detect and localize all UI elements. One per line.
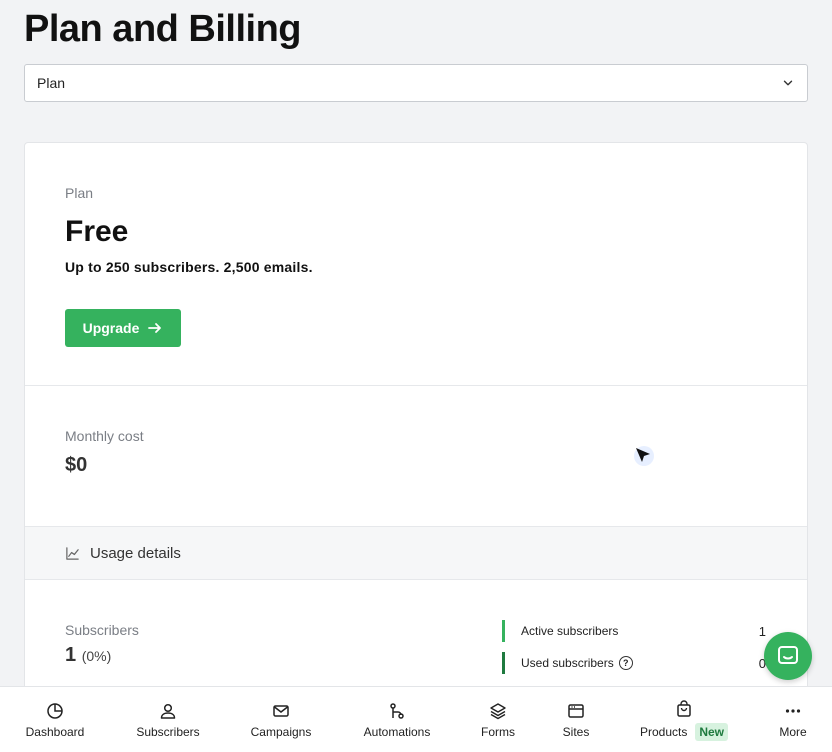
upgrade-button-label: Upgrade xyxy=(82,320,140,336)
nav-item-campaigns[interactable]: Campaigns xyxy=(246,687,316,752)
usage-details-header: Usage details xyxy=(25,527,807,580)
chat-button[interactable] xyxy=(764,632,812,680)
nav-label-automations: Automations xyxy=(363,724,431,739)
monthly-cost-value: $0 xyxy=(65,454,88,476)
section-dropdown[interactable]: Plan xyxy=(24,64,808,102)
nav-label-sites: Sites xyxy=(562,724,590,739)
usage-body: Subscribers 1 (0%) Active subscribers 1 … xyxy=(25,580,807,674)
help-icon[interactable]: ? xyxy=(618,656,633,670)
subscribers-percent: (0%) xyxy=(81,648,112,664)
workflow-icon xyxy=(390,702,404,719)
nav-item-dashboard[interactable]: Dashboard xyxy=(20,687,90,752)
bag-icon xyxy=(677,699,691,717)
nav-item-products[interactable]: Products New xyxy=(634,687,734,752)
nav-label-products: Products xyxy=(639,724,688,739)
nav-item-sites[interactable]: Sites xyxy=(556,687,596,752)
line-chart-icon xyxy=(66,546,79,560)
active-subscribers-value: 1 xyxy=(758,623,766,639)
nav-label-more: More xyxy=(779,724,807,739)
products-label-row: Products New xyxy=(639,722,729,741)
cost-section: Monthly cost $0 xyxy=(25,386,807,527)
nav-label-subscribers: Subscribers xyxy=(136,724,200,739)
plan-name: Free xyxy=(65,215,129,248)
chevron-down-icon xyxy=(783,80,793,86)
bottom-navigation: Dashboard Subscribers Campaigns Automati… xyxy=(0,686,832,752)
nav-label-forms: Forms xyxy=(481,724,515,739)
active-subscribers-row: Active subscribers 1 xyxy=(502,620,802,642)
monthly-cost-label: Monthly cost xyxy=(65,428,144,444)
plan-section: Plan Free Up to 250 subscribers. 2,500 e… xyxy=(25,143,807,386)
nav-item-automations[interactable]: Automations xyxy=(356,687,438,752)
plan-description: Up to 250 subscribers. 2,500 emails. xyxy=(65,259,313,275)
user-icon xyxy=(160,703,176,719)
active-subscribers-label: Active subscribers xyxy=(521,624,619,638)
nav-item-more[interactable]: More xyxy=(772,687,814,752)
layers-icon xyxy=(490,702,506,719)
nav-label-dashboard: Dashboard xyxy=(25,724,85,739)
new-badge: New xyxy=(695,722,729,741)
usage-details-title: Usage details xyxy=(90,544,181,562)
arrow-right-icon xyxy=(148,323,162,333)
nav-item-subscribers[interactable]: Subscribers xyxy=(130,687,206,752)
pie-chart-icon xyxy=(47,702,63,719)
used-subscribers-row: Used subscribers ? 0 xyxy=(502,652,802,674)
section-dropdown-value: Plan xyxy=(37,75,66,91)
nav-item-forms[interactable]: Forms xyxy=(474,687,522,752)
ellipsis-icon xyxy=(785,708,801,713)
page-title: Plan and Billing xyxy=(24,8,302,50)
mouse-cursor-icon xyxy=(634,446,654,466)
used-subscribers-label: Used subscribers xyxy=(521,656,614,670)
upgrade-button[interactable]: Upgrade xyxy=(65,309,181,347)
browser-icon xyxy=(568,703,584,718)
chat-icon xyxy=(778,646,798,664)
subscribers-count: 1 xyxy=(65,644,77,666)
plan-label: Plan xyxy=(65,185,94,201)
nav-label-campaigns: Campaigns xyxy=(250,724,312,739)
mail-icon xyxy=(273,704,289,717)
billing-card: Plan Free Up to 250 subscribers. 2,500 e… xyxy=(24,142,808,702)
